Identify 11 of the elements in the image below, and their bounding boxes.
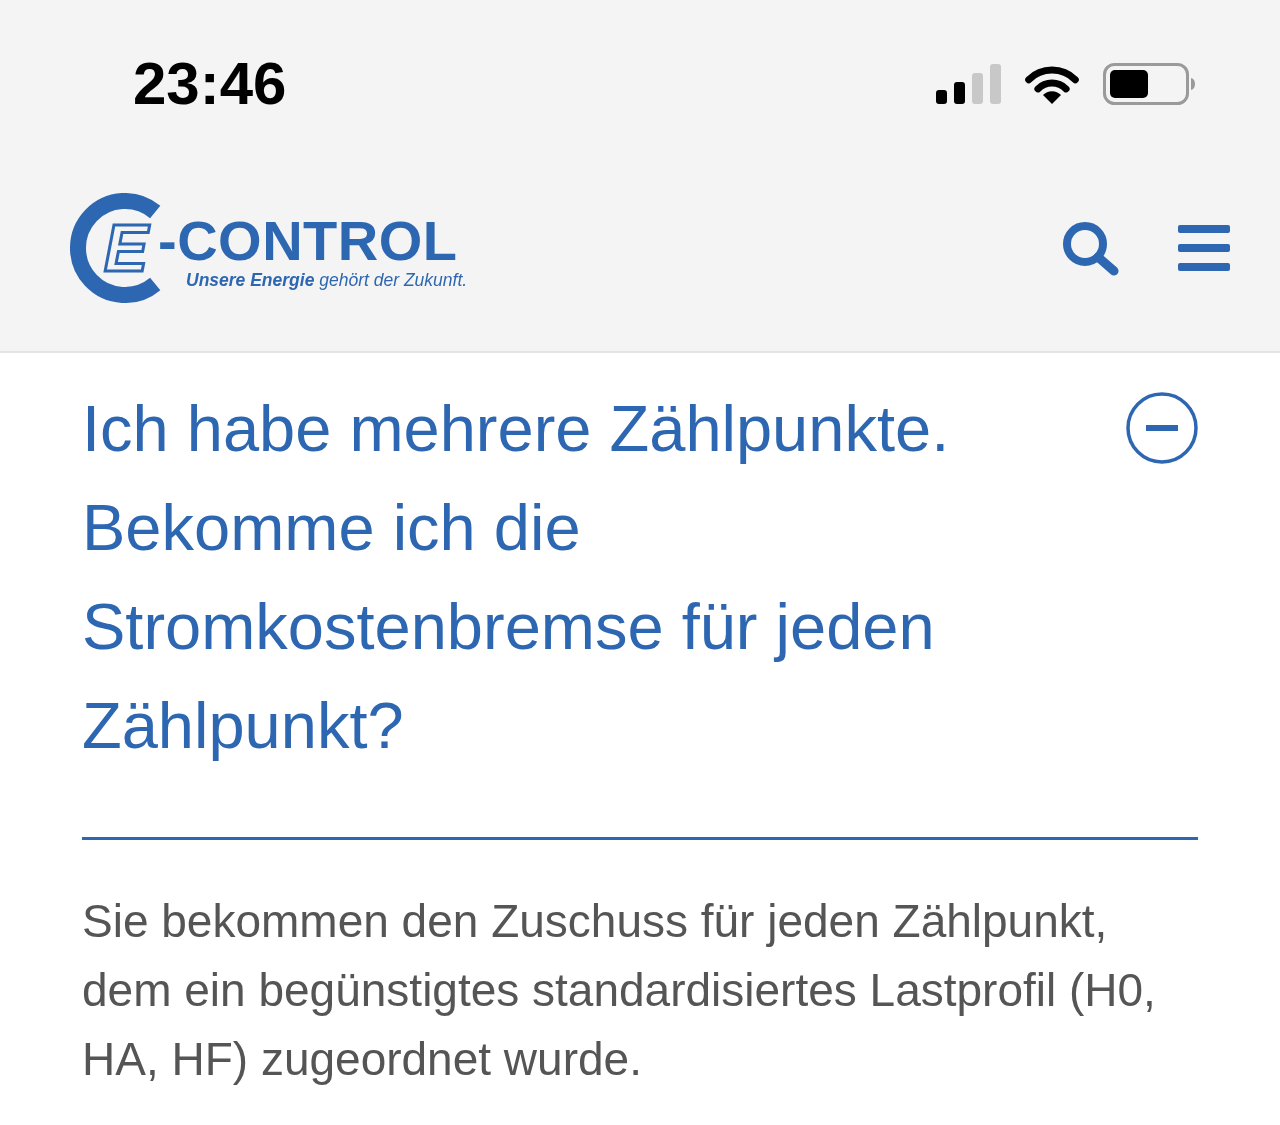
faq-answer: Sie bekommen den Zuschuss für jeden Zählpunkt, dem ein begünstigtes standardisiertes Lastprofil (H0, HA, HF) zugeordnet wurde. bbox=[82, 894, 1157, 1087]
faq-question: Ich habe mehrere Zählpunkte. Bekomme ich die Stromkostenbremse für jeden Zählpunkt? bbox=[82, 391, 951, 764]
logo-tagline: Unsere Energie gehört der Zukunft. bbox=[186, 271, 468, 290]
logo-wordmark: -CONTROL bbox=[158, 212, 459, 269]
status-time: 23:46 bbox=[133, 54, 287, 114]
search-icon[interactable] bbox=[1060, 219, 1120, 277]
logo-arc-icon bbox=[70, 193, 162, 303]
minus-circle-icon[interactable] bbox=[1126, 392, 1198, 464]
battery-icon bbox=[1103, 63, 1195, 105]
signal-bars-icon bbox=[936, 64, 1001, 104]
menu-icon[interactable] bbox=[1178, 225, 1230, 271]
